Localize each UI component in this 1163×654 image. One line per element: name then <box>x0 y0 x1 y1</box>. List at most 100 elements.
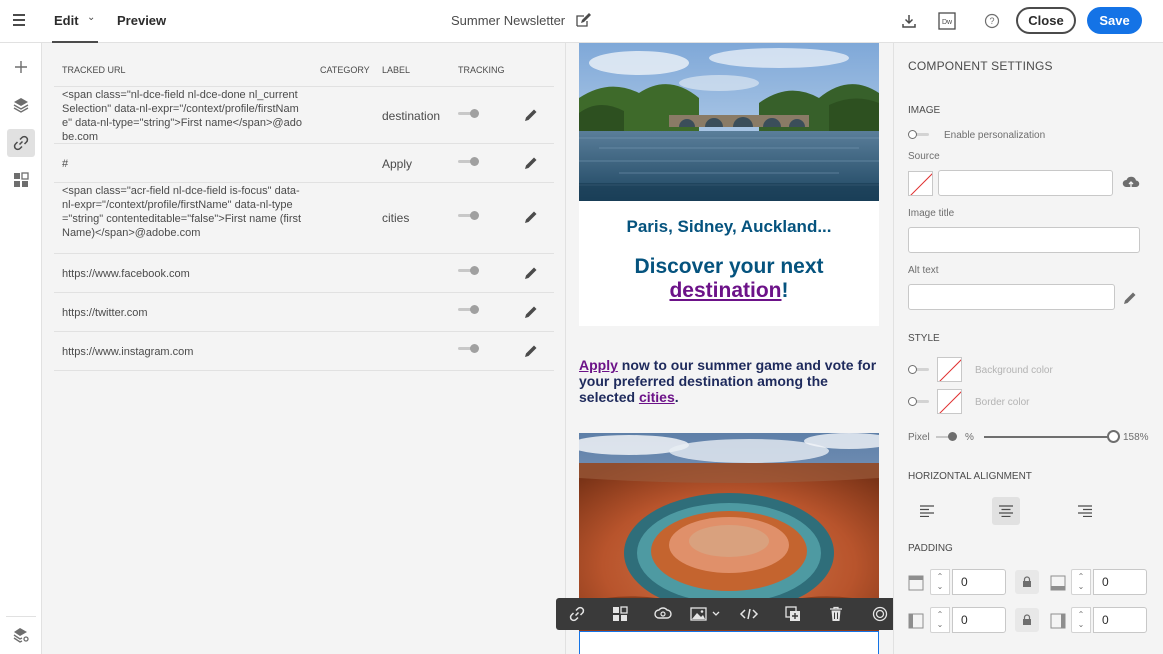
edit-pencil-icon[interactable] <box>523 265 539 281</box>
padding-bottom-icon <box>1050 575 1066 591</box>
table-row[interactable]: https://twitter.com <box>54 293 554 332</box>
width-slider-handle[interactable] <box>1106 430 1120 443</box>
padding-left-stepper[interactable]: ⌃ ⌄ <box>930 607 950 633</box>
edit-pencil-icon[interactable] <box>523 304 539 320</box>
unit-toggle[interactable] <box>936 432 960 442</box>
link-label: Apply <box>382 157 413 171</box>
links-icon[interactable] <box>7 129 35 157</box>
headline-block[interactable]: Paris, Sidney, Auckland... Discover your… <box>579 201 879 326</box>
download-icon[interactable] <box>899 11 919 31</box>
align-left-button[interactable] <box>913 497 941 525</box>
layers-icon[interactable] <box>7 91 35 119</box>
river-bridge-image[interactable] <box>579 43 879 201</box>
source-thumbnail[interactable] <box>908 171 933 196</box>
upload-cloud-icon[interactable] <box>1122 175 1140 191</box>
lock-icon[interactable] <box>1015 570 1039 594</box>
menu-icon[interactable] <box>13 14 25 26</box>
select-parent-icon[interactable] <box>870 604 890 624</box>
tracking-toggle[interactable] <box>458 109 480 119</box>
table-row[interactable]: <span class="acr-field nl-dce-field is-f… <box>54 183 554 254</box>
image-menu-icon[interactable] <box>688 604 724 624</box>
padding-top-stepper[interactable]: ⌃ ⌄ <box>930 569 950 595</box>
tracked-url: <span class="acr-field nl-dce-field is-f… <box>62 185 302 239</box>
tracked-links-panel: TRACKED URL CATEGORY LABEL TRACKING <spa… <box>43 43 565 654</box>
table-row[interactable]: # Apply <box>54 144 554 183</box>
selected-image-block[interactable] <box>579 631 879 654</box>
padding-right-input[interactable]: 0 <box>1093 607 1147 633</box>
headline-text: Discover your next <box>634 255 824 278</box>
headline-suffix: ! <box>781 279 789 302</box>
border-color-swatch[interactable] <box>937 389 962 414</box>
close-button[interactable]: Close <box>1016 7 1076 34</box>
edit-pencil-icon[interactable] <box>523 209 539 225</box>
padding-top-input[interactable]: 0 <box>952 569 1006 595</box>
column-header-label[interactable]: LABEL <box>382 65 410 75</box>
border-color-label: Border color <box>975 397 1030 408</box>
edit-pencil-icon[interactable] <box>1122 290 1138 306</box>
lock-icon[interactable] <box>1015 608 1039 632</box>
image-title-input[interactable] <box>908 227 1140 253</box>
dreamweaver-icon[interactable]: Dw <box>937 11 957 31</box>
edit-title-icon[interactable] <box>575 12 592 29</box>
padding-left-input[interactable]: 0 <box>952 607 1006 633</box>
column-header-url[interactable]: TRACKED URL <box>62 65 126 75</box>
table-row[interactable]: <span class="nl-dce-field nl-dce-done nl… <box>54 87 554 144</box>
source-input[interactable] <box>938 170 1113 196</box>
layers-settings-icon[interactable] <box>7 621 35 649</box>
border-color-toggle[interactable] <box>908 397 930 407</box>
intro-paragraph[interactable]: Apply now to our summer game and vote fo… <box>579 357 879 405</box>
background-color-toggle[interactable] <box>908 365 930 375</box>
duplicate-icon[interactable] <box>783 604 803 624</box>
enable-personalization-label: Enable personalization <box>944 130 1046 141</box>
edit-pencil-icon[interactable] <box>523 343 539 359</box>
edit-pencil-icon[interactable] <box>523 107 539 123</box>
tab-preview[interactable]: Preview <box>117 13 166 28</box>
tab-edit[interactable]: Edit <box>54 13 79 28</box>
creative-cloud-icon[interactable] <box>653 604 673 624</box>
email-canvas: Paris, Sidney, Auckland... Discover your… <box>566 43 892 654</box>
svg-text:?: ? <box>989 16 994 26</box>
tracking-toggle[interactable] <box>458 305 480 315</box>
destination-link[interactable]: destination <box>669 279 781 302</box>
left-rail <box>0 43 42 654</box>
padding-bottom-stepper[interactable]: ⌃ ⌄ <box>1071 569 1091 595</box>
save-button[interactable]: Save <box>1087 7 1142 34</box>
component-toolbar <box>556 598 901 630</box>
padding-bottom-input[interactable]: 0 <box>1093 569 1147 595</box>
link-label: destination <box>382 109 441 123</box>
code-icon[interactable] <box>739 604 759 624</box>
delete-icon[interactable] <box>826 604 846 624</box>
personalization-toggle[interactable] <box>908 130 930 140</box>
padding-right-stepper[interactable]: ⌃ ⌄ <box>1071 607 1091 633</box>
column-header-tracking[interactable]: TRACKING <box>458 65 505 75</box>
percent-label: % <box>965 432 974 443</box>
component-settings-panel: COMPONENT SETTINGS IMAGE Enable personal… <box>893 43 1163 654</box>
tracking-toggle[interactable] <box>458 344 480 354</box>
padding-section-title: PADDING <box>908 543 953 554</box>
align-center-button[interactable] <box>992 497 1020 525</box>
alt-text-input[interactable] <box>908 284 1115 310</box>
assets-icon[interactable] <box>7 166 35 194</box>
link-label: cities <box>382 211 410 225</box>
edit-pencil-icon[interactable] <box>523 155 539 171</box>
add-icon[interactable] <box>7 53 35 81</box>
help-icon[interactable]: ? <box>982 11 1002 31</box>
cities-link[interactable]: cities <box>639 389 675 405</box>
grid-icon[interactable] <box>610 604 630 624</box>
tracked-url: # <box>62 158 69 170</box>
table-row[interactable]: https://www.facebook.com <box>54 254 554 293</box>
apply-link[interactable]: Apply <box>579 357 618 373</box>
pixel-label: Pixel <box>908 432 930 443</box>
link-icon[interactable] <box>567 604 587 624</box>
table-row[interactable]: https://www.instagram.com <box>54 332 554 371</box>
column-header-category[interactable]: CATEGORY <box>320 65 370 75</box>
chevron-down-icon[interactable]: ⌄ <box>87 12 95 23</box>
padding-right-icon <box>1050 613 1066 629</box>
tracking-toggle[interactable] <box>458 211 480 221</box>
width-slider-track[interactable] <box>984 436 1114 438</box>
tracking-toggle[interactable] <box>458 266 480 276</box>
tracking-toggle[interactable] <box>458 157 480 167</box>
tracked-url: https://www.instagram.com <box>62 346 194 358</box>
background-color-swatch[interactable] <box>937 357 962 382</box>
align-right-button[interactable] <box>1071 497 1099 525</box>
